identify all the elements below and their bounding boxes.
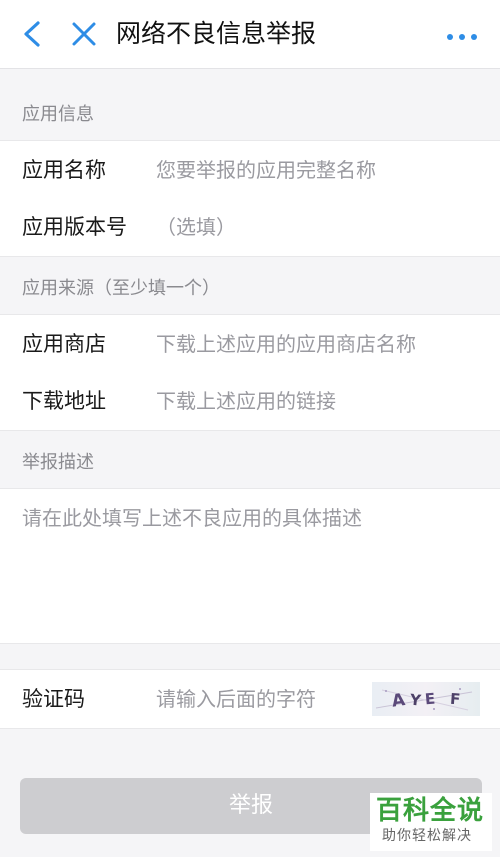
section-label-description: 举报描述	[22, 452, 94, 473]
page-title: 网络不良信息举报	[116, 19, 317, 48]
section-label-app-source: 应用来源（至少填一个）	[22, 278, 220, 299]
description-textarea[interactable]	[22, 503, 478, 629]
section-label-app-info: 应用信息	[22, 104, 94, 125]
app-version-row: 应用版本号	[0, 198, 500, 257]
captcha-row: 验证码 A Y E F	[0, 669, 500, 729]
app-name-input[interactable]	[156, 149, 466, 191]
close-icon[interactable]	[70, 20, 98, 48]
download-url-label: 下载地址	[22, 389, 106, 413]
download-url-input[interactable]	[156, 380, 466, 422]
captcha-label: 验证码	[22, 687, 85, 711]
app-version-input[interactable]	[156, 206, 466, 248]
captcha-image[interactable]: A Y E F	[372, 682, 480, 716]
watermark-sub-text: 助你轻松解决	[382, 828, 472, 844]
app-name-label: 应用名称	[22, 158, 106, 182]
app-store-row: 应用商店	[0, 314, 500, 374]
captcha-char-2: Y	[408, 691, 423, 710]
app-version-label: 应用版本号	[22, 215, 127, 239]
chevron-left-icon[interactable]	[18, 18, 48, 50]
app-store-label: 应用商店	[22, 332, 106, 356]
download-url-row: 下载地址	[0, 372, 500, 431]
description-box	[0, 488, 500, 644]
app-store-input[interactable]	[156, 323, 466, 365]
top-bar: 网络不良信息举报	[0, 0, 500, 69]
captcha-char-3: E	[424, 690, 436, 709]
captcha-char-1: A	[391, 690, 408, 712]
watermark: 百科全说 助你轻松解决	[370, 793, 492, 851]
more-dots-icon[interactable]	[446, 28, 478, 40]
app-name-row: 应用名称	[0, 140, 500, 200]
captcha-char-4: F	[449, 690, 460, 709]
watermark-main-text: 百科全说	[376, 796, 485, 826]
captcha-input[interactable]	[156, 678, 356, 720]
